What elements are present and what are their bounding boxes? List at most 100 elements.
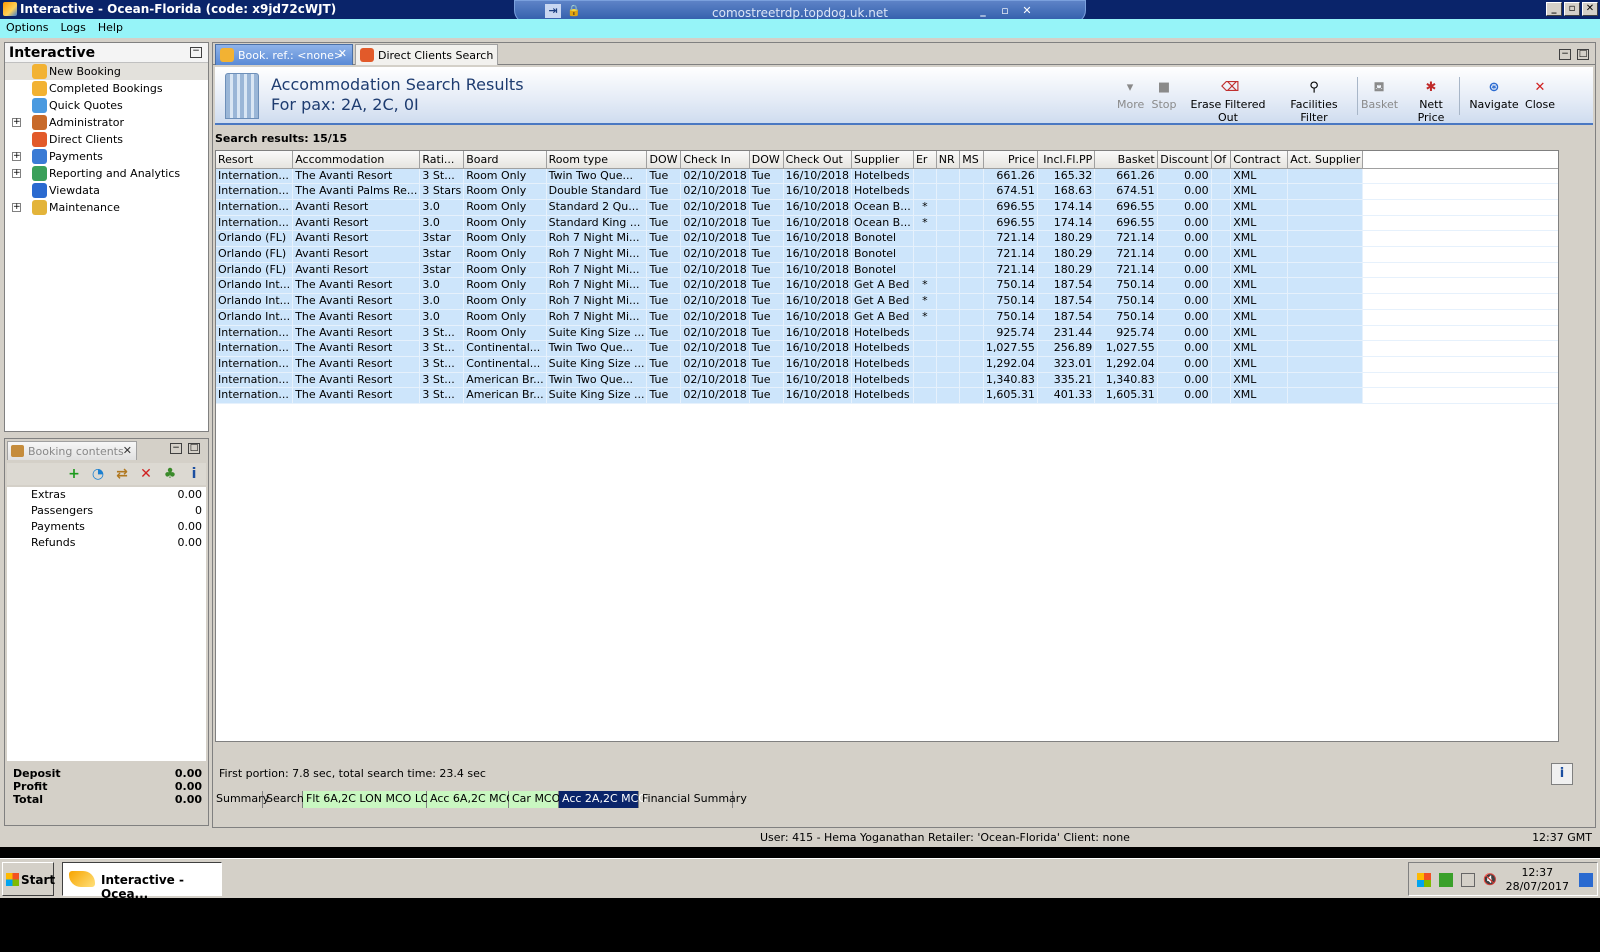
tray-clock[interactable]: 12:37 28/07/2017 xyxy=(1506,866,1569,894)
expand-icon[interactable]: + xyxy=(12,118,21,127)
close-tab-icon[interactable]: ✕ xyxy=(123,444,132,457)
maximize-panel-button[interactable]: □ xyxy=(188,443,200,454)
bottom-tab[interactable]: Financial Summary xyxy=(639,791,747,808)
bottom-tab[interactable]: Car MCO xyxy=(509,791,560,808)
toolbar-basket-button[interactable]: ⛾ Basket xyxy=(1361,81,1398,112)
column-header[interactable]: Contract xyxy=(1230,151,1289,169)
tab-booking-ref[interactable]: Book. ref.: <none> ✕ xyxy=(215,44,353,65)
info-button[interactable]: i xyxy=(1551,763,1573,785)
column-header[interactable]: Resort xyxy=(216,151,294,169)
toolbar-erase-button[interactable]: ⌫ Erase Filtered Out xyxy=(1183,81,1273,125)
column-header[interactable]: MS xyxy=(959,151,984,169)
nav-item-0[interactable]: New Booking xyxy=(5,63,208,80)
table-row[interactable]: Internation... The Avanti Palms Re... 3 St… xyxy=(216,183,1558,200)
column-header[interactable]: Discount xyxy=(1157,151,1212,169)
table-row[interactable]: Internation... The Avanti Resort 3 St... Am… xyxy=(216,372,1558,389)
nav-item-8[interactable]: + Maintenance xyxy=(5,199,208,216)
nav-item-3[interactable]: + Administrator xyxy=(5,114,208,131)
bottom-tab[interactable]: Summary xyxy=(213,791,269,808)
nav-item-6[interactable]: + Reporting and Analytics xyxy=(5,165,208,182)
close-tab-icon[interactable]: ✕ xyxy=(338,47,347,60)
collapse-panel-button[interactable]: − xyxy=(190,47,202,58)
network-icon[interactable] xyxy=(1461,873,1475,887)
nav-item-4[interactable]: Direct Clients xyxy=(5,131,208,148)
toolbar-navigate-button[interactable]: ⊛ Navigate xyxy=(1469,81,1519,112)
show-desktop-icon[interactable] xyxy=(1579,873,1593,887)
rdp-restore-button[interactable]: ▫ xyxy=(997,4,1013,18)
column-header[interactable]: Incl.Fl.PP xyxy=(1037,151,1096,169)
column-header[interactable]: Of xyxy=(1211,151,1232,169)
table-cell: Tue xyxy=(646,325,682,342)
menu-help[interactable]: Help xyxy=(92,19,129,34)
column-header[interactable]: Rati... xyxy=(419,151,465,169)
expand-icon[interactable]: + xyxy=(12,203,21,212)
table-row[interactable]: Internation... Avanti Resort 3.0 Room Only S… xyxy=(216,215,1558,232)
rdp-close-button[interactable]: ✕ xyxy=(1019,4,1035,18)
table-cell xyxy=(913,262,937,279)
toolbar-close-button[interactable]: ✕ Close xyxy=(1525,81,1555,112)
windows-tray-icon[interactable] xyxy=(1417,873,1431,887)
maximize-document-button[interactable]: □ xyxy=(1577,49,1589,60)
info-icon[interactable]: i xyxy=(185,465,203,483)
table-row[interactable]: Orlando (FL) Avanti Resort 3star Room Only R… xyxy=(216,262,1558,279)
bottom-tab[interactable]: Acc 6A,2C MCO xyxy=(427,791,515,808)
battery-icon[interactable] xyxy=(1439,873,1453,887)
tab-direct-clients-search[interactable]: Direct Clients Search xyxy=(355,44,498,65)
nav-item-1[interactable]: Completed Bookings xyxy=(5,80,208,97)
toolbar-filter-button[interactable]: ⚲ Facilities Filter xyxy=(1279,81,1349,125)
column-header[interactable]: Check In xyxy=(680,151,750,169)
column-header[interactable]: NR xyxy=(936,151,961,169)
expand-icon[interactable]: + xyxy=(12,169,21,178)
table-row[interactable]: Internation... The Avanti Resort 3 St... Co… xyxy=(216,340,1558,357)
table-cell: The Avanti Resort xyxy=(292,372,421,389)
add-icon[interactable]: + xyxy=(65,465,83,483)
column-header[interactable]: DOW xyxy=(646,151,682,169)
nav-item-7[interactable]: Viewdata xyxy=(5,182,208,199)
nav-item-2[interactable]: Quick Quotes xyxy=(5,97,208,114)
column-header[interactable]: Accommodation xyxy=(292,151,421,169)
expand-icon[interactable]: + xyxy=(12,152,21,161)
column-header[interactable]: DOW xyxy=(749,151,784,169)
table-row[interactable]: Internation... The Avanti Resort 3 St... Am… xyxy=(216,387,1558,405)
delete-icon[interactable]: ✕ xyxy=(137,465,155,483)
transfer-icon[interactable]: ⇄ xyxy=(113,465,131,483)
table-row[interactable]: Internation... The Avanti Resort 3 St... Ro… xyxy=(216,325,1558,342)
column-header[interactable]: Price xyxy=(983,151,1038,169)
minimize-panel-button[interactable]: − xyxy=(170,443,182,454)
minimize-button[interactable]: _ xyxy=(1546,2,1562,16)
table-row[interactable]: Orlando Int... The Avanti Resort 3.0 Room O… xyxy=(216,277,1558,295)
column-header[interactable]: Room type xyxy=(546,151,648,169)
toolbar-down-arrow-button[interactable]: ▾ More xyxy=(1117,81,1144,112)
booking-contents-tab[interactable]: Booking contents ✕ xyxy=(7,441,137,460)
column-header[interactable]: Er xyxy=(913,151,937,169)
table-row[interactable]: Orlando Int... The Avanti Resort 3.0 Room O… xyxy=(216,309,1558,326)
close-window-button[interactable]: ✕ xyxy=(1582,2,1598,16)
volume-muted-icon[interactable]: 🔇 xyxy=(1483,873,1497,887)
column-header[interactable]: Basket xyxy=(1094,151,1158,169)
table-row[interactable]: Internation... Avanti Resort 3.0 Room Only S… xyxy=(216,199,1558,216)
table-row[interactable]: Internation... The Avanti Resort 3 St... Ro… xyxy=(216,168,1558,185)
table-row[interactable]: Internation... The Avanti Resort 3 St... Co… xyxy=(216,356,1558,373)
bottom-tab[interactable]: Acc 2A,2C MCO xyxy=(559,791,647,808)
column-header[interactable]: Act. Supplier xyxy=(1287,151,1364,169)
maximize-button[interactable]: ▫ xyxy=(1564,2,1580,16)
toolbar-nett-price-button[interactable]: ✱ Nett Price xyxy=(1405,81,1457,125)
palm-tree-icon[interactable]: ♣ xyxy=(161,465,179,483)
toolbar-stop-button[interactable]: ■ Stop xyxy=(1151,81,1177,112)
rdp-minimize-button[interactable]: _ xyxy=(975,4,991,18)
table-row[interactable]: Orlando (FL) Avanti Resort 3star Room Only R… xyxy=(216,230,1558,248)
menu-logs[interactable]: Logs xyxy=(54,19,91,34)
column-header[interactable]: Supplier xyxy=(851,151,914,169)
table-row[interactable]: Orlando (FL) Avanti Resort 3star Room Only R… xyxy=(216,246,1558,263)
nav-item-5[interactable]: + Payments xyxy=(5,148,208,165)
column-header[interactable]: Board xyxy=(463,151,547,169)
clock-icon[interactable]: ◔ xyxy=(89,465,107,483)
menu-options[interactable]: Options xyxy=(0,19,54,34)
bottom-tab[interactable]: Flt 6A,2C LON MCO LON xyxy=(303,791,437,808)
bottom-tab[interactable]: Search xyxy=(263,791,304,808)
start-button[interactable]: Start xyxy=(2,862,55,896)
taskbar-item-interactive[interactable]: Interactive - Ocea... xyxy=(62,862,222,901)
minimize-document-button[interactable]: − xyxy=(1559,49,1571,60)
table-row[interactable]: Orlando Int... The Avanti Resort 3.0 Room O… xyxy=(216,293,1558,310)
column-header[interactable]: Check Out xyxy=(783,151,852,169)
